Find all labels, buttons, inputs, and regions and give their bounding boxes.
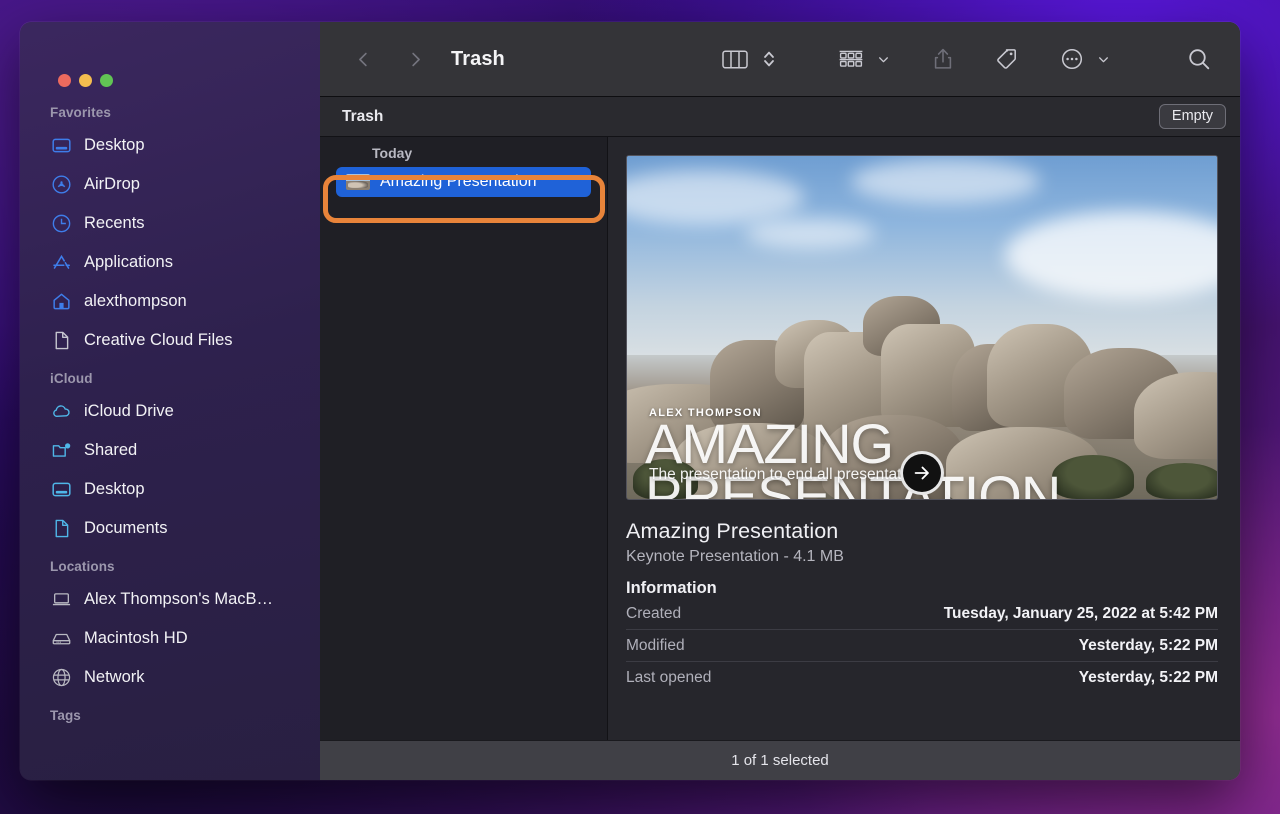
- sidebar-item-label: Documents: [84, 519, 167, 538]
- detail-file-kind: Keynote Presentation - 4.1 MB: [626, 548, 1218, 566]
- sidebar-item-shared[interactable]: Shared: [20, 431, 320, 470]
- search-button[interactable]: [1180, 42, 1218, 76]
- close-button[interactable]: [58, 74, 71, 87]
- list-item-label: Amazing Presentation: [380, 173, 537, 191]
- metadata-row: Modified Yesterday, 5:22 PM: [626, 630, 1218, 662]
- file-list-column[interactable]: Today Amazing Presentation: [320, 137, 608, 740]
- sidebar-item-macintosh-hd[interactable]: Macintosh HD: [20, 619, 320, 658]
- metadata-value: Tuesday, January 25, 2022 at 5:42 PM: [944, 605, 1218, 623]
- detail-pane: ALEX THOMPSON AMAZING PRESENTATION The p…: [608, 137, 1240, 740]
- sidebar-item-recents[interactable]: Recents: [20, 204, 320, 243]
- content-pane: Trash: [320, 22, 1240, 780]
- group-by-button[interactable]: [832, 42, 870, 76]
- desktop-icon: [50, 479, 72, 501]
- more-options-chevron[interactable]: [1090, 42, 1116, 76]
- status-bar: 1 of 1 selected: [320, 740, 1240, 780]
- sidebar-item-desktop[interactable]: Desktop: [20, 126, 320, 165]
- document-icon: [50, 518, 72, 540]
- harddisk-icon: [50, 628, 72, 650]
- sidebar-item-label: Applications: [84, 253, 173, 272]
- column-view-button[interactable]: [716, 42, 754, 76]
- sidebar-item-label: AirDrop: [84, 175, 140, 194]
- view-options-stepper[interactable]: [756, 42, 782, 76]
- airdrop-icon: [50, 174, 72, 196]
- metadata-value: Yesterday, 5:22 PM: [1079, 637, 1218, 655]
- detail-file-name: Amazing Presentation: [626, 519, 1218, 544]
- minimize-button[interactable]: [79, 74, 92, 87]
- document-icon: [50, 330, 72, 352]
- path-bar-title: Trash: [342, 108, 383, 126]
- sidebar-item-creative-cloud-files[interactable]: Creative Cloud Files: [20, 321, 320, 360]
- tag-button[interactable]: [988, 42, 1024, 76]
- sidebar-item-airdrop[interactable]: AirDrop: [20, 165, 320, 204]
- sidebar-section-locations-header: Locations: [20, 548, 320, 580]
- sidebar-item-applications[interactable]: Applications: [20, 243, 320, 282]
- globe-icon: [50, 667, 72, 689]
- home-icon: [50, 291, 72, 313]
- more-options-button[interactable]: [1054, 42, 1090, 76]
- applications-icon: [50, 252, 72, 274]
- zoom-button[interactable]: [100, 74, 113, 87]
- file-preview[interactable]: ALEX THOMPSON AMAZING PRESENTATION The p…: [626, 155, 1218, 500]
- empty-trash-button[interactable]: Empty: [1159, 104, 1226, 129]
- metadata-value: Yesterday, 5:22 PM: [1079, 669, 1218, 687]
- metadata-row: Last opened Yesterday, 5:22 PM: [626, 662, 1218, 693]
- list-item[interactable]: Amazing Presentation: [336, 167, 591, 197]
- sidebar-item-label: iCloud Drive: [84, 402, 174, 421]
- window-title: Trash: [451, 48, 505, 71]
- sidebar-item-network[interactable]: Network: [20, 658, 320, 697]
- file-group-header: Today: [320, 141, 607, 167]
- finder-window: Favorites Desktop AirDrop Recents Applic…: [20, 22, 1240, 780]
- sidebar-item-label: Macintosh HD: [84, 629, 188, 648]
- detail-section-title: Information: [626, 579, 1218, 598]
- sidebar-item-documents[interactable]: Documents: [20, 509, 320, 548]
- sidebar-item-label: Shared: [84, 441, 137, 460]
- sidebar-section-icloud-header: iCloud: [20, 360, 320, 392]
- forward-button[interactable]: [398, 42, 432, 76]
- sidebar-item-label: Network: [84, 668, 145, 687]
- sidebar-item-icloud-drive[interactable]: iCloud Drive: [20, 392, 320, 431]
- metadata-key: Created: [626, 605, 681, 623]
- desktop-icon: [50, 135, 72, 157]
- sidebar-item-icloud-desktop[interactable]: Desktop: [20, 470, 320, 509]
- preview-subtitle: The presentation to end all presentation…: [649, 466, 930, 484]
- sidebar-item-alexthompson[interactable]: alexthompson: [20, 282, 320, 321]
- path-bar: Trash Empty: [320, 97, 1240, 137]
- sidebar-section-tags-header: Tags: [20, 697, 320, 729]
- laptop-icon: [50, 589, 72, 611]
- back-button[interactable]: [346, 42, 380, 76]
- sidebar-item-label: Desktop: [84, 136, 145, 155]
- cloud-icon: [50, 401, 72, 423]
- group-by-chevron[interactable]: [870, 42, 896, 76]
- toolbar: Trash: [320, 22, 1240, 97]
- sidebar: Favorites Desktop AirDrop Recents Applic…: [20, 22, 320, 780]
- metadata-key: Modified: [626, 637, 685, 655]
- sidebar-item-macbook[interactable]: Alex Thompson's MacB…: [20, 580, 320, 619]
- sidebar-section-favorites-header: Favorites: [20, 100, 320, 126]
- sidebar-item-label: Creative Cloud Files: [84, 331, 233, 350]
- sidebar-item-label: Desktop: [84, 480, 145, 499]
- metadata-row: Created Tuesday, January 25, 2022 at 5:4…: [626, 598, 1218, 630]
- arrow-right-circle-icon[interactable]: [900, 451, 944, 495]
- presentation-thumbnail-icon: [346, 174, 370, 190]
- traffic-lights: [58, 74, 113, 87]
- metadata-key: Last opened: [626, 669, 711, 687]
- shared-folder-icon: [50, 440, 72, 462]
- sidebar-item-label: alexthompson: [84, 292, 187, 311]
- sidebar-item-label: Alex Thompson's MacB…: [84, 590, 273, 609]
- sidebar-item-label: Recents: [84, 214, 145, 233]
- share-button[interactable]: [926, 42, 960, 76]
- clock-icon: [50, 213, 72, 235]
- content-body: Today Amazing Presentation: [320, 137, 1240, 740]
